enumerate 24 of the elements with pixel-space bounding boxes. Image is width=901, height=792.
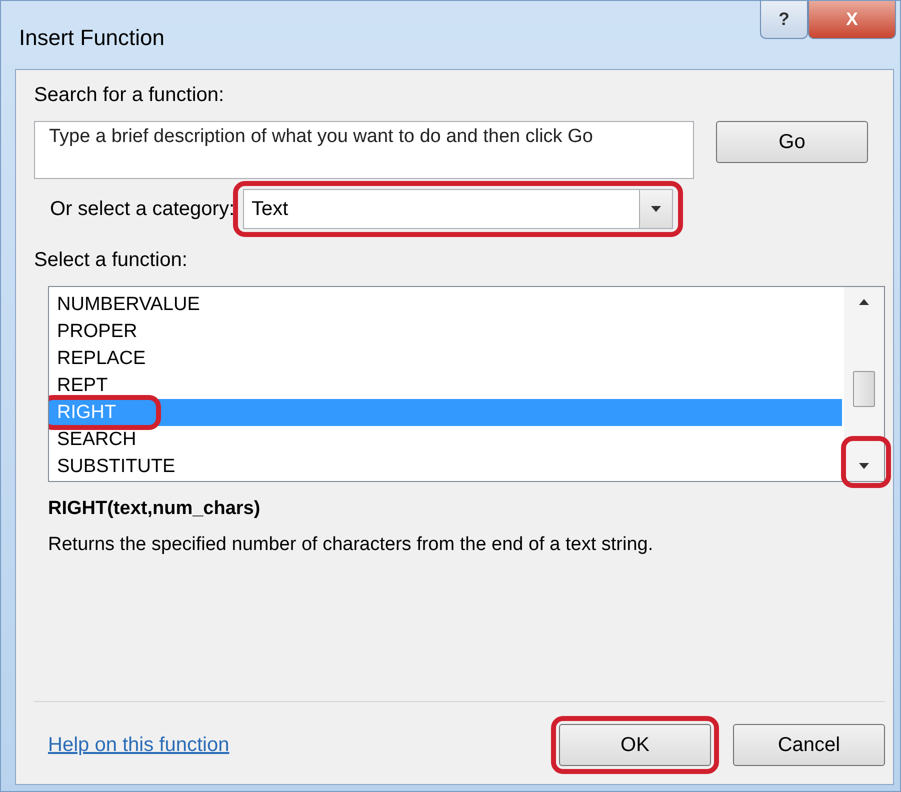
function-list-item[interactable]: PROPER <box>49 318 842 345</box>
window-title: Insert Function <box>19 25 165 51</box>
function-list-item[interactable]: SUBSTITUTE <box>49 453 842 480</box>
function-description: Returns the specified number of characters from the end of a text string. <box>48 534 654 556</box>
function-list-item[interactable]: REPLACE <box>49 345 842 372</box>
ok-button[interactable]: OK <box>559 724 711 766</box>
scrollbar[interactable] <box>844 287 884 481</box>
help-link[interactable]: Help on this function <box>48 734 230 756</box>
scroll-down-arrow-icon[interactable] <box>859 463 869 469</box>
function-list-item[interactable]: NUMBERVALUE <box>49 291 842 318</box>
function-list-item[interactable]: REPT <box>49 372 842 399</box>
scroll-down-arrow-icon[interactable] <box>650 206 661 212</box>
go-button[interactable]: Go <box>716 121 868 163</box>
function-list-item[interactable]: SEARCH <box>49 426 842 453</box>
function-signature: RIGHT(text,num_chars) <box>48 498 262 520</box>
cancel-button[interactable]: Cancel <box>733 724 885 766</box>
search-field[interactable]: Type a brief description of what you want to do and then click Go <box>34 121 694 179</box>
category-dropdown[interactable]: Text <box>242 189 673 229</box>
function-list-label: Select a function: <box>34 249 188 272</box>
help-button[interactable]: ? <box>760 1 808 39</box>
category-label: Or select a category: <box>50 198 235 220</box>
scrollbar-thumb[interactable] <box>853 371 875 407</box>
search-label: Search for a function: <box>34 84 226 107</box>
scroll-up-arrow-icon[interactable] <box>859 299 869 305</box>
